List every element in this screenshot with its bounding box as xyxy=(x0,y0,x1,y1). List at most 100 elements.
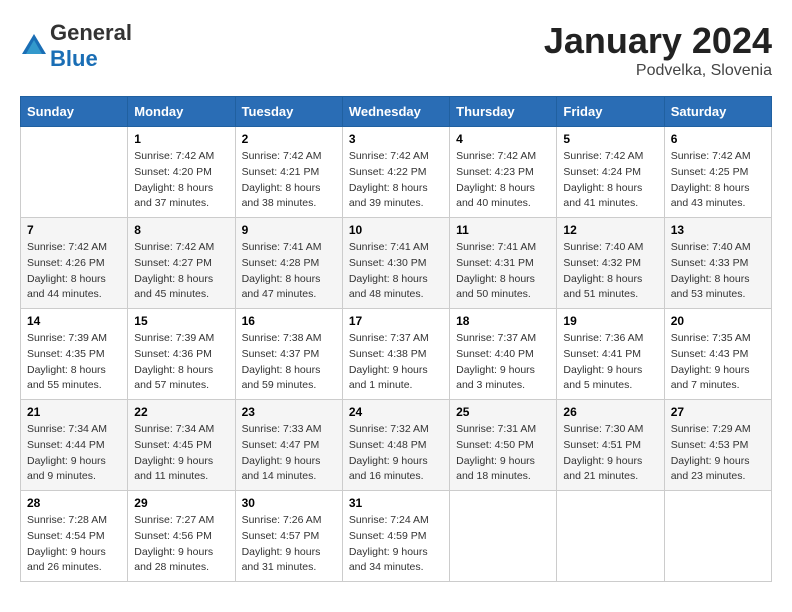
sunrise-text: Sunrise: 7:32 AM xyxy=(349,422,443,438)
sunrise-text: Sunrise: 7:40 AM xyxy=(563,240,657,256)
day-number: 3 xyxy=(349,132,443,146)
sunset-text: Sunset: 4:28 PM xyxy=(242,256,336,272)
day-number: 21 xyxy=(27,405,121,419)
day-info: Sunrise: 7:42 AMSunset: 4:24 PMDaylight:… xyxy=(563,149,657,212)
calendar-cell: 27Sunrise: 7:29 AMSunset: 4:53 PMDayligh… xyxy=(664,400,771,491)
day-info: Sunrise: 7:42 AMSunset: 4:27 PMDaylight:… xyxy=(134,240,228,303)
day-number: 26 xyxy=(563,405,657,419)
sunset-text: Sunset: 4:38 PM xyxy=(349,347,443,363)
calendar-cell: 25 Sunrise: 7:31 AMSunset: 4:50 PMDayligh… xyxy=(450,400,557,491)
day-number: 30 xyxy=(242,496,336,510)
sunrise-text: Sunrise: 7:34 AM xyxy=(134,422,228,438)
day-info: Sunrise: 7:40 AMSunset: 4:32 PMDaylight:… xyxy=(563,240,657,303)
daylight-text: Daylight: 8 hours and 53 minutes. xyxy=(671,272,765,304)
day-info: Sunrise: 7:38 AMSunset: 4:37 PMDaylight:… xyxy=(242,331,336,394)
calendar-week-1: 7Sunrise: 7:42 AMSunset: 4:26 PMDaylight… xyxy=(21,218,772,309)
logo-general-text: General xyxy=(50,20,132,45)
day-number: 1 xyxy=(134,132,228,146)
day-info: Sunrise: 7:34 AMSunset: 4:44 PMDaylight:… xyxy=(27,422,121,485)
sunrise-text: Sunrise: 7:27 AM xyxy=(134,513,228,529)
day-info: Sunrise: 7:42 AMSunset: 4:26 PMDaylight:… xyxy=(27,240,121,303)
sunset-text: Sunset: 4:53 PM xyxy=(671,438,765,454)
calendar-cell: 4Sunrise: 7:42 AMSunset: 4:23 PMDaylight… xyxy=(450,127,557,218)
daylight-text: Daylight: 8 hours and 51 minutes. xyxy=(563,272,657,304)
day-number: 23 xyxy=(242,405,336,419)
daylight-text: Daylight: 8 hours and 45 minutes. xyxy=(134,272,228,304)
day-number: 11 xyxy=(456,223,550,237)
calendar-cell: 12Sunrise: 7:40 AMSunset: 4:32 PMDayligh… xyxy=(557,218,664,309)
day-number: 18 xyxy=(456,314,550,328)
calendar-cell: 24Sunrise: 7:32 AMSunset: 4:48 PMDayligh… xyxy=(342,400,449,491)
calendar-cell: 15Sunrise: 7:39 AMSunset: 4:36 PMDayligh… xyxy=(128,309,235,400)
calendar-cell: 31Sunrise: 7:24 AMSunset: 4:59 PMDayligh… xyxy=(342,491,449,582)
sunset-text: Sunset: 4:35 PM xyxy=(27,347,121,363)
sunrise-text: Sunrise: 7:42 AM xyxy=(563,149,657,165)
day-number: 16 xyxy=(242,314,336,328)
calendar-cell: 22Sunrise: 7:34 AMSunset: 4:45 PMDayligh… xyxy=(128,400,235,491)
sunset-text: Sunset: 4:57 PM xyxy=(242,529,336,545)
daylight-text: Daylight: 9 hours and 9 minutes. xyxy=(27,454,121,486)
day-info: Sunrise: 7:24 AMSunset: 4:59 PMDaylight:… xyxy=(349,513,443,576)
sunrise-text: Sunrise: 7:39 AM xyxy=(27,331,121,347)
sunset-text: Sunset: 4:33 PM xyxy=(671,256,765,272)
day-info: Sunrise: 7:39 AMSunset: 4:36 PMDaylight:… xyxy=(134,331,228,394)
daylight-text: Daylight: 8 hours and 44 minutes. xyxy=(27,272,121,304)
calendar-table: Sunday Monday Tuesday Wednesday Thursday… xyxy=(20,96,772,582)
day-number: 22 xyxy=(134,405,228,419)
daylight-text: Daylight: 8 hours and 55 minutes. xyxy=(27,363,121,395)
sunrise-text: Sunrise: 7:42 AM xyxy=(134,149,228,165)
daylight-text: Daylight: 8 hours and 39 minutes. xyxy=(349,181,443,213)
daylight-text: Daylight: 8 hours and 59 minutes. xyxy=(242,363,336,395)
sunset-text: Sunset: 4:41 PM xyxy=(563,347,657,363)
daylight-text: Daylight: 9 hours and 3 minutes. xyxy=(456,363,550,395)
calendar-cell: 20 Sunrise: 7:35 AMSunset: 4:43 PMDayligh… xyxy=(664,309,771,400)
sunset-text: Sunset: 4:31 PM xyxy=(456,256,550,272)
logo: General Blue xyxy=(20,20,132,72)
daylight-text: Daylight: 9 hours and 7 minutes. xyxy=(671,363,765,395)
sunrise-text: Sunrise: 7:42 AM xyxy=(134,240,228,256)
day-number: 9 xyxy=(242,223,336,237)
daylight-text: Daylight: 9 hours and 16 minutes. xyxy=(349,454,443,486)
day-info: Sunrise: 7:41 AMSunset: 4:30 PMDaylight:… xyxy=(349,240,443,303)
calendar-cell: 17Sunrise: 7:37 AMSunset: 4:38 PMDayligh… xyxy=(342,309,449,400)
sunset-text: Sunset: 4:27 PM xyxy=(134,256,228,272)
daylight-text: Daylight: 9 hours and 23 minutes. xyxy=(671,454,765,486)
day-info: Sunrise: 7:35 AMSunset: 4:43 PMDaylight:… xyxy=(671,331,765,394)
sunrise-text: Sunrise: 7:36 AM xyxy=(563,331,657,347)
sunset-text: Sunset: 4:26 PM xyxy=(27,256,121,272)
calendar-cell: 26 Sunrise: 7:30 AMSunset: 4:51 PMDayligh… xyxy=(557,400,664,491)
sunset-text: Sunset: 4:22 PM xyxy=(349,165,443,181)
daylight-text: Daylight: 8 hours and 40 minutes. xyxy=(456,181,550,213)
calendar-cell: 30 Sunrise: 7:26 AMSunset: 4:57 PMDayligh… xyxy=(235,491,342,582)
day-info: Sunrise: 7:31 AMSunset: 4:50 PMDaylight:… xyxy=(456,422,550,485)
calendar-week-4: 28Sunrise: 7:28 AMSunset: 4:54 PMDayligh… xyxy=(21,491,772,582)
calendar-cell: 16 Sunrise: 7:38 AMSunset: 4:37 PMDayligh… xyxy=(235,309,342,400)
calendar-header: Sunday Monday Tuesday Wednesday Thursday… xyxy=(21,97,772,127)
col-saturday: Saturday xyxy=(664,97,771,127)
calendar-cell: 3Sunrise: 7:42 AMSunset: 4:22 PMDaylight… xyxy=(342,127,449,218)
sunrise-text: Sunrise: 7:42 AM xyxy=(27,240,121,256)
day-number: 10 xyxy=(349,223,443,237)
sunrise-text: Sunrise: 7:42 AM xyxy=(456,149,550,165)
sunrise-text: Sunrise: 7:41 AM xyxy=(242,240,336,256)
calendar-cell: 28Sunrise: 7:28 AMSunset: 4:54 PMDayligh… xyxy=(21,491,128,582)
day-info: Sunrise: 7:42 AMSunset: 4:20 PMDaylight:… xyxy=(134,149,228,212)
sunrise-text: Sunrise: 7:35 AM xyxy=(671,331,765,347)
daylight-text: Daylight: 8 hours and 41 minutes. xyxy=(563,181,657,213)
daylight-text: Daylight: 9 hours and 34 minutes. xyxy=(349,545,443,577)
day-info: Sunrise: 7:26 AMSunset: 4:57 PMDaylight:… xyxy=(242,513,336,576)
sunset-text: Sunset: 4:45 PM xyxy=(134,438,228,454)
calendar-cell: 6Sunrise: 7:42 AMSunset: 4:25 PMDaylight… xyxy=(664,127,771,218)
sunrise-text: Sunrise: 7:42 AM xyxy=(242,149,336,165)
day-number: 20 xyxy=(671,314,765,328)
sunrise-text: Sunrise: 7:39 AM xyxy=(134,331,228,347)
day-info: Sunrise: 7:33 AMSunset: 4:47 PMDaylight:… xyxy=(242,422,336,485)
calendar-body: 1 Sunrise: 7:42 AMSunset: 4:20 PMDaylight… xyxy=(21,127,772,582)
daylight-text: Daylight: 8 hours and 50 minutes. xyxy=(456,272,550,304)
sunset-text: Sunset: 4:30 PM xyxy=(349,256,443,272)
day-info: Sunrise: 7:30 AMSunset: 4:51 PMDaylight:… xyxy=(563,422,657,485)
col-thursday: Thursday xyxy=(450,97,557,127)
logo-icon xyxy=(20,32,48,60)
day-number: 25 xyxy=(456,405,550,419)
day-info: Sunrise: 7:39 AMSunset: 4:35 PMDaylight:… xyxy=(27,331,121,394)
